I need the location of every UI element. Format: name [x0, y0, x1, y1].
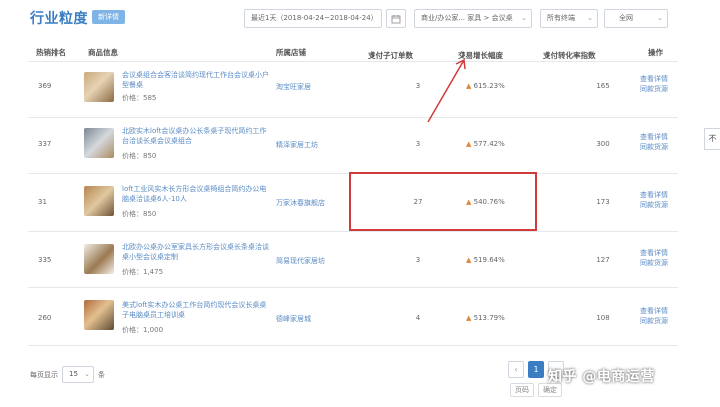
chevron-down-icon: ⌄ [521, 14, 527, 22]
shop-link[interactable]: 德峰家居城 [276, 314, 311, 324]
product-thumbnail[interactable] [84, 186, 114, 216]
terminal-select-value: 所有终端 [547, 14, 575, 22]
order-count: 3 [415, 256, 421, 264]
view-details-link[interactable]: 查看详情 [640, 74, 668, 84]
product-thumbnail[interactable] [84, 244, 114, 274]
growth-rate-value: 577.42% [473, 140, 505, 148]
annotation-arrow-icon [427, 58, 466, 123]
table-header: 热销排名 商品信息 所属店铺 支付子订单数 ⇕ 交易增长幅度 ⇕ 支付转化率指数 ⇕ … [28, 44, 678, 62]
date-range-field[interactable]: 最近1天（2018-04-24~2018-04-24） [244, 9, 382, 28]
table-row: 260 美式loft实木办公桌工作台简约现代会议长桌桌子电脑桌员工培训桌 价格：… [28, 288, 678, 346]
filter-bar: 行业粒度 新详情 最近1天（2018-04-24~2018-04-24） 商业/… [0, 0, 720, 36]
product-title-link[interactable]: 北欧实木loft会议桌办公长条桌子现代简约工作台洽谈长桌会议桌组合 [122, 126, 272, 146]
view-details-link[interactable]: 查看详情 [640, 306, 668, 316]
growth-rate-value: 519.64% [473, 256, 505, 264]
product-price: 价格：850 [122, 152, 157, 160]
detail-badge[interactable]: 新详情 [92, 10, 125, 24]
product-thumbnail[interactable] [84, 72, 114, 102]
col-product: 商品信息 [88, 48, 118, 57]
arrow-up-icon: ▲ [466, 314, 472, 322]
col-shop: 所属店铺 [276, 48, 306, 57]
col-actions: 操作 [648, 48, 663, 57]
same-source-link[interactable]: 同款货源 [640, 142, 668, 152]
per-page-label: 每页显示 [30, 370, 58, 379]
same-source-link[interactable]: 同款货源 [640, 84, 668, 94]
conversion-index: 173 [596, 198, 610, 206]
calendar-button[interactable] [386, 9, 406, 28]
col-rank: 热销排名 [36, 48, 66, 57]
growth-rate: ▲ 519.64% [466, 256, 505, 264]
per-page-unit: 条 [98, 370, 105, 379]
table-row: 337 北欧实木loft会议桌办公长条桌子现代简约工作台洽谈长桌会议桌组合 价格… [28, 118, 678, 174]
page-title: 行业粒度 [30, 11, 88, 27]
row-actions: 查看详情 同款货源 [640, 74, 668, 94]
row-actions: 查看详情 同款货源 [640, 248, 668, 268]
prev-page-button[interactable]: ‹ [508, 361, 524, 378]
rank: 31 [38, 198, 47, 206]
row-actions: 查看详情 同款货源 [640, 306, 668, 326]
table-row: 369 会议桌组合会客洽谈简约现代工作台会议桌小户型餐桌 价格：585 淘宝旺家… [28, 62, 678, 118]
side-feedback-tab[interactable]: 不 [704, 128, 720, 150]
view-details-link[interactable]: 查看详情 [640, 248, 668, 258]
growth-rate: ▲ 577.42% [466, 140, 505, 148]
shop-link[interactable]: 淘宝旺家居 [276, 82, 311, 92]
product-price: 价格：850 [122, 210, 157, 218]
conversion-index: 108 [596, 314, 610, 322]
rank: 260 [38, 314, 52, 322]
highlight-box [349, 172, 537, 231]
conversion-index: 300 [596, 140, 610, 148]
view-details-link[interactable]: 查看详情 [640, 190, 668, 200]
view-details-link[interactable]: 查看详情 [640, 132, 668, 142]
calendar-icon [391, 14, 401, 23]
shop-link[interactable]: 精泽家居工坊 [276, 140, 318, 150]
rank: 337 [38, 140, 52, 148]
conversion-index: 127 [596, 256, 610, 264]
category-select-value: 商业/办公家... 家具 > 会议桌 [421, 14, 513, 22]
network-select-value: 全网 [619, 14, 633, 22]
product-title-link[interactable]: 美式loft实木办公桌工作台简约现代会议长桌桌子电脑桌员工培训桌 [122, 300, 272, 320]
growth-rate: ▲ 513.79% [466, 314, 505, 322]
product-price: 价格：585 [122, 94, 157, 102]
arrow-up-icon: ▲ [466, 256, 472, 264]
sort-icon: ⇕ [545, 50, 552, 59]
row-actions: 查看详情 同款货源 [640, 132, 668, 152]
watermark: 知乎 @电商运营 [548, 369, 655, 385]
network-select[interactable]: 全网 ⌄ [604, 9, 668, 28]
sort-icon: ⇕ [370, 50, 377, 59]
table-row: 335 北欧办公桌办公室家具长方形会议桌长条桌洽谈桌小型会议桌定制 价格：1,4… [28, 232, 678, 288]
same-source-link[interactable]: 同款货源 [640, 200, 668, 210]
product-title-link[interactable]: 北欧办公桌办公室家具长方形会议桌长条桌洽谈桌小型会议桌定制 [122, 242, 272, 262]
row-actions: 查看详情 同款货源 [640, 190, 668, 210]
page-number-input[interactable]: 页码 [510, 383, 534, 397]
chevron-down-icon: ⌄ [84, 370, 90, 378]
chevron-down-icon: ⌄ [657, 14, 663, 22]
product-title-link[interactable]: 会议桌组合会客洽谈简约现代工作台会议桌小户型餐桌 [122, 70, 272, 90]
product-thumbnail[interactable] [84, 300, 114, 330]
same-source-link[interactable]: 同款货源 [640, 258, 668, 268]
product-thumbnail[interactable] [84, 128, 114, 158]
arrow-up-icon: ▲ [466, 140, 472, 148]
category-select[interactable]: 商业/办公家... 家具 > 会议桌 ⌄ [414, 9, 532, 28]
shop-link[interactable]: 万家沐春旗舰店 [276, 198, 325, 208]
same-source-link[interactable]: 同款货源 [640, 316, 668, 326]
page-size-control: 每页显示 15 ⌄ 条 [30, 366, 105, 383]
order-count: 4 [415, 314, 421, 322]
rank: 369 [38, 82, 52, 90]
product-title-link[interactable]: loft工业风实木长方形会议桌椅组合简约办公电脑桌洽谈桌6人-10人 [122, 184, 272, 204]
page-size-value: 15 [69, 370, 78, 378]
chevron-down-icon: ⌄ [587, 14, 593, 22]
page-size-select[interactable]: 15 ⌄ [62, 366, 94, 383]
rank: 335 [38, 256, 52, 264]
product-price: 价格：1,000 [122, 326, 164, 334]
conversion-index: 165 [596, 82, 610, 90]
shop-link[interactable]: 简易现代家居坊 [276, 256, 325, 266]
growth-rate-value: 513.79% [473, 314, 505, 322]
page-1-button[interactable]: 1 [528, 361, 544, 378]
order-count: 3 [415, 140, 421, 148]
terminal-select[interactable]: 所有终端 ⌄ [540, 9, 598, 28]
product-price: 价格：1,475 [122, 268, 164, 276]
